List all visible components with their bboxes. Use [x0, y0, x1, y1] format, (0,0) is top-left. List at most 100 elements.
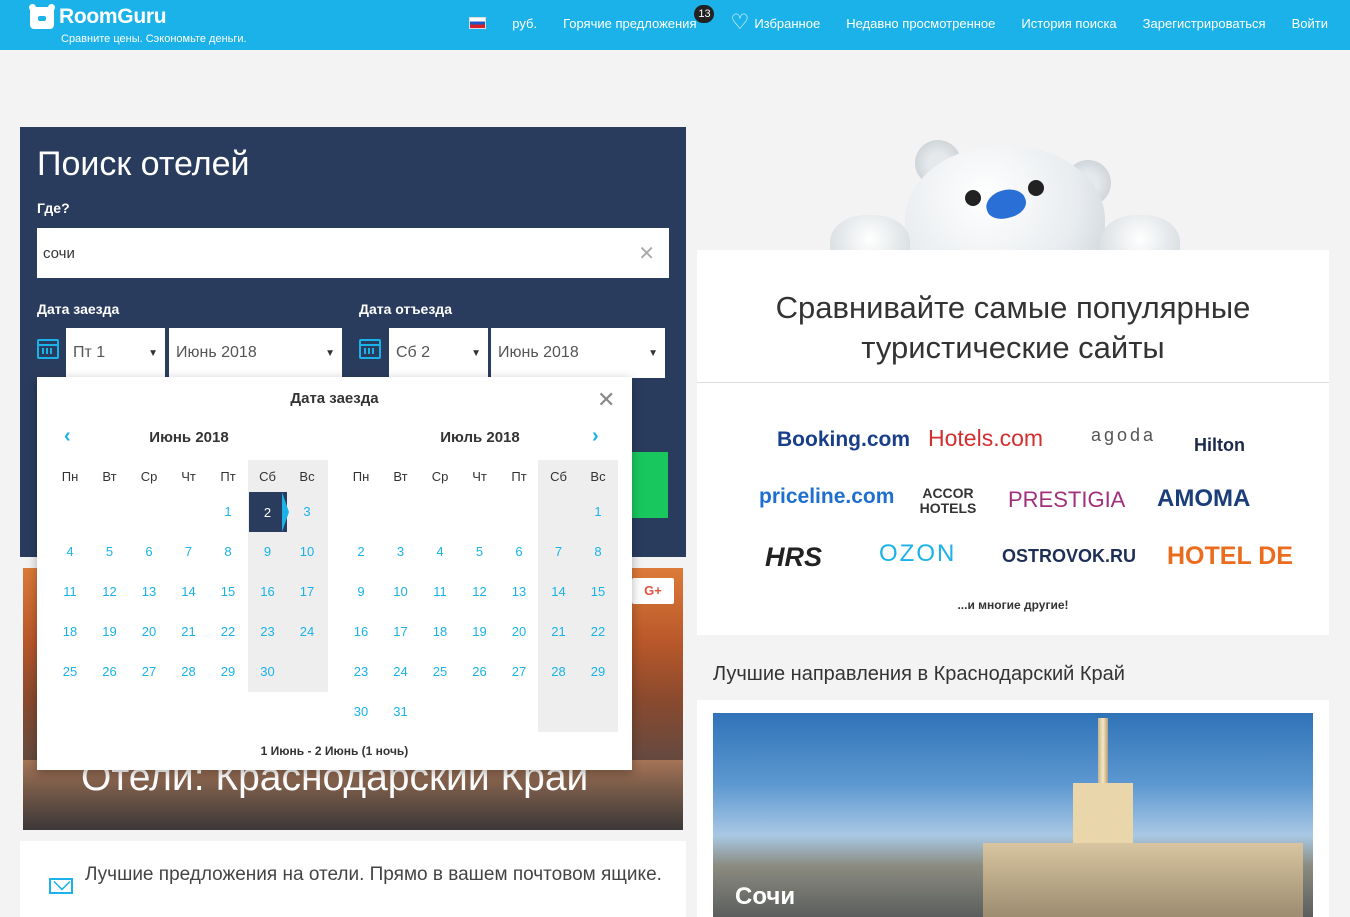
- calendar-icon[interactable]: [359, 339, 381, 359]
- july-day-7[interactable]: 7: [540, 544, 578, 559]
- june-day-23[interactable]: 23: [249, 624, 287, 639]
- june-day-9[interactable]: 9: [249, 544, 287, 559]
- june-day-19[interactable]: 19: [91, 624, 129, 639]
- june-day-12[interactable]: 12: [91, 584, 129, 599]
- june-day-26[interactable]: 26: [91, 664, 129, 679]
- july-day-18[interactable]: 18: [421, 624, 459, 639]
- july-day-28[interactable]: 28: [540, 664, 578, 679]
- where-label: Где?: [37, 200, 70, 216]
- june-day-24[interactable]: 24: [288, 624, 326, 639]
- destination-card-sochi[interactable]: Сочи: [697, 700, 1329, 917]
- june-day-6[interactable]: 6: [130, 544, 168, 559]
- july-day-5[interactable]: 5: [461, 544, 499, 559]
- google-plus-button[interactable]: G+: [632, 578, 674, 604]
- july-day-24[interactable]: 24: [382, 664, 420, 679]
- bear-logo-icon: [29, 4, 55, 29]
- june-day-29[interactable]: 29: [209, 664, 247, 679]
- checkin-calendar-popup: Дата заезда ✕ ‹ › Июнь 2018 Июль 2018 Пн…: [37, 377, 632, 770]
- envelope-icon: [49, 878, 73, 894]
- june-day-16[interactable]: 16: [249, 584, 287, 599]
- june-day-10[interactable]: 10: [288, 544, 326, 559]
- june-day-25[interactable]: 25: [51, 664, 89, 679]
- july-day-9[interactable]: 9: [342, 584, 380, 599]
- july-day-23[interactable]: 23: [342, 664, 380, 679]
- june-day-28[interactable]: 28: [170, 664, 208, 679]
- checkin-month-select[interactable]: Июнь 2018 ▼: [169, 328, 342, 378]
- checkout-month-select[interactable]: Июнь 2018 ▼: [491, 328, 665, 378]
- weekday-header: Пн: [61, 469, 79, 484]
- july-day-3[interactable]: 3: [382, 544, 420, 559]
- weekday-header: Вс: [299, 469, 315, 484]
- july-day-15[interactable]: 15: [579, 584, 617, 599]
- july-day-17[interactable]: 17: [382, 624, 420, 639]
- june-day-7[interactable]: 7: [170, 544, 208, 559]
- close-icon[interactable]: ✕: [597, 387, 615, 413]
- june-day-13[interactable]: 13: [130, 584, 168, 599]
- language-flag[interactable]: [469, 17, 487, 29]
- currency-selector[interactable]: руб.: [512, 16, 537, 31]
- july-day-25[interactable]: 25: [421, 664, 459, 679]
- june-day-17[interactable]: 17: [288, 584, 326, 599]
- destination-input[interactable]: сочи ✕: [37, 228, 669, 278]
- june-day-4[interactable]: 4: [51, 544, 89, 559]
- weekday-header: Пн: [352, 469, 370, 484]
- calendar-icon[interactable]: [37, 339, 59, 359]
- july-day-29[interactable]: 29: [579, 664, 617, 679]
- july-day-31[interactable]: 31: [382, 704, 420, 719]
- clear-icon[interactable]: ✕: [638, 241, 655, 266]
- july-day-2[interactable]: 2: [342, 544, 380, 559]
- june-day-22[interactable]: 22: [209, 624, 247, 639]
- june-day-30[interactable]: 30: [249, 664, 287, 679]
- june-day-11[interactable]: 11: [51, 584, 89, 599]
- register-link[interactable]: Зарегистрироваться: [1143, 16, 1266, 31]
- logo-tagline: Сравните цены. Сэкономьте деньги.: [61, 33, 247, 45]
- month-july: Июль 2018: [440, 429, 520, 446]
- june-day-1[interactable]: 1: [209, 504, 247, 519]
- july-day-30[interactable]: 30: [342, 704, 380, 719]
- june-day-5[interactable]: 5: [91, 544, 129, 559]
- june-day-20[interactable]: 20: [130, 624, 168, 639]
- checkin-day-select[interactable]: Пт 1 ▼: [66, 328, 165, 378]
- july-day-10[interactable]: 10: [382, 584, 420, 599]
- email-subscribe-card[interactable]: Лучшие предложения на отели. Прямо в ваш…: [20, 841, 686, 917]
- july-day-19[interactable]: 19: [461, 624, 499, 639]
- checkout-day-select[interactable]: Сб 2 ▼: [389, 328, 488, 378]
- search-history-link[interactable]: История поиска: [1021, 16, 1116, 31]
- top-header: RoomGuru Сравните цены. Сэкономьте деньг…: [0, 0, 1350, 50]
- july-day-6[interactable]: 6: [500, 544, 538, 559]
- july-day-20[interactable]: 20: [500, 624, 538, 639]
- july-day-13[interactable]: 13: [500, 584, 538, 599]
- june-day-18[interactable]: 18: [51, 624, 89, 639]
- june-day-3[interactable]: 3: [288, 504, 326, 519]
- july-day-8[interactable]: 8: [579, 544, 617, 559]
- favorites-link[interactable]: ♡ Избранное: [730, 12, 820, 33]
- logo[interactable]: RoomGuru: [29, 4, 167, 29]
- july-day-14[interactable]: 14: [540, 584, 578, 599]
- july-day-4[interactable]: 4: [421, 544, 459, 559]
- june-day-21[interactable]: 21: [170, 624, 208, 639]
- recently-viewed-link[interactable]: Недавно просмотренное: [846, 16, 995, 31]
- hot-deals-link[interactable]: Горячие предложения 13: [563, 4, 715, 31]
- partner-logo-accor: ACCOR HOTELS: [919, 485, 977, 516]
- june-day-27[interactable]: 27: [130, 664, 168, 679]
- search-button[interactable]: [631, 452, 668, 518]
- partner-logo-agoda: agoda: [1091, 425, 1157, 445]
- june-day-14[interactable]: 14: [170, 584, 208, 599]
- june-day-8[interactable]: 8: [209, 544, 247, 559]
- partner-logo-hilton: Hilton: [1194, 435, 1245, 455]
- login-link[interactable]: Войти: [1292, 16, 1328, 31]
- july-day-26[interactable]: 26: [461, 664, 499, 679]
- july-day-16[interactable]: 16: [342, 624, 380, 639]
- july-day-1[interactable]: 1: [579, 504, 617, 519]
- july-day-21[interactable]: 21: [540, 624, 578, 639]
- selected-day[interactable]: 2: [248, 492, 289, 532]
- partner-logo-amoma: AMOMA: [1157, 485, 1251, 512]
- partner-logo-ozon: OZON: [879, 540, 957, 567]
- july-day-27[interactable]: 27: [500, 664, 538, 679]
- july-day-22[interactable]: 22: [579, 624, 617, 639]
- july-day-11[interactable]: 11: [421, 584, 459, 599]
- july-day-12[interactable]: 12: [461, 584, 499, 599]
- weekday-header: Ср: [140, 469, 158, 484]
- others-text: ...и многие другие!: [957, 598, 1069, 612]
- june-day-15[interactable]: 15: [209, 584, 247, 599]
